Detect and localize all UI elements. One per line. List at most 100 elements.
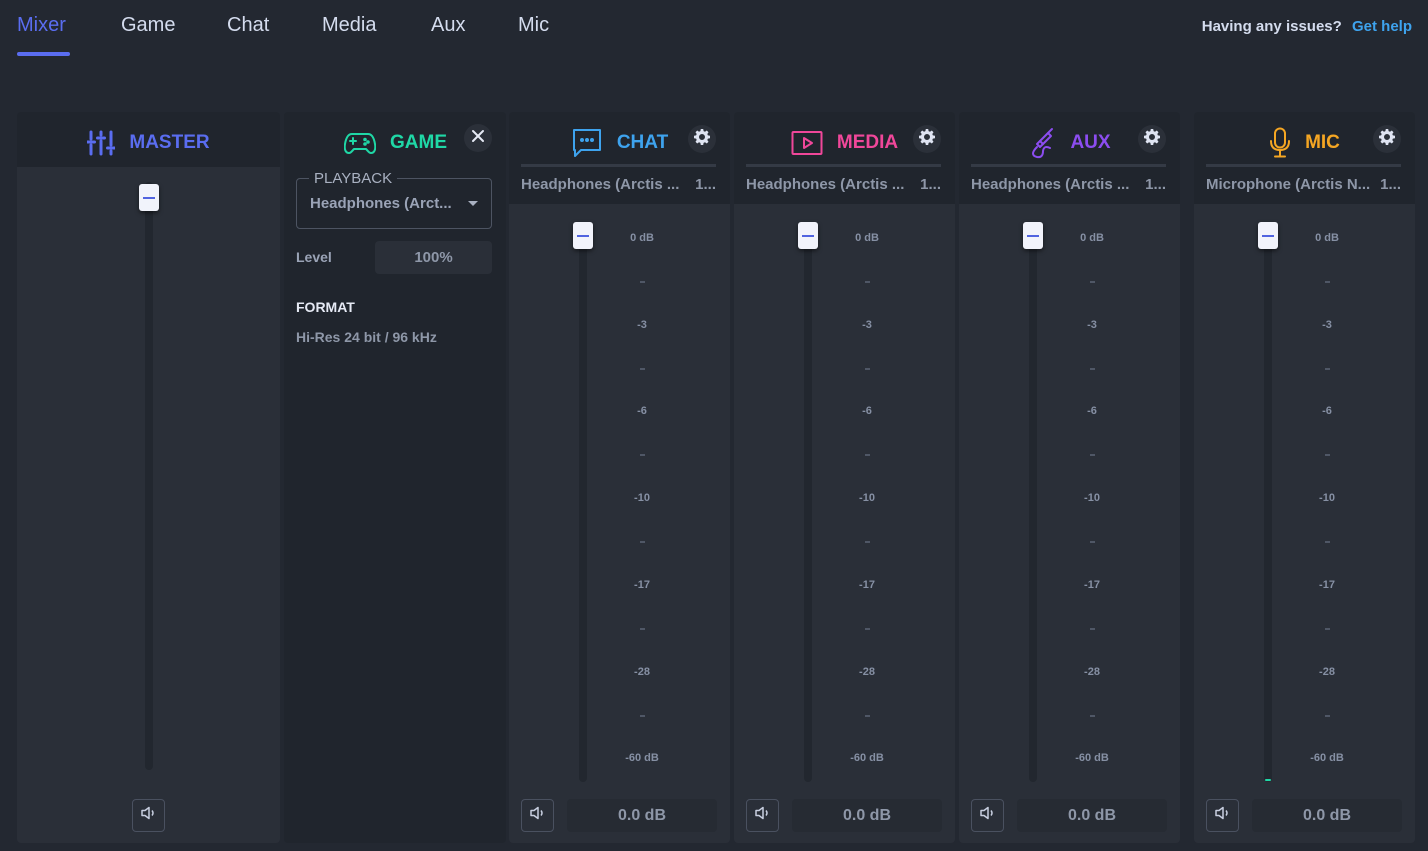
master-mute-button[interactable]: [132, 799, 165, 832]
help-section: Having any issues? Get help: [1202, 18, 1412, 35]
scale-label: -17: [1319, 578, 1335, 591]
game-panel: GAME PLAYBACK Headphones (Arct... Level …: [284, 112, 506, 843]
aux-panel: AUX Headphones (Arctis ... 1... 0 dB -3 -6…: [959, 112, 1180, 843]
scale-tick: [865, 367, 870, 370]
header-divider: [971, 164, 1166, 167]
get-help-link[interactable]: Get help: [1352, 18, 1412, 35]
scale-tick: [865, 627, 870, 630]
mic-level-meter: [1265, 779, 1271, 781]
aux-db-input[interactable]: 0.0 dB: [1017, 799, 1167, 832]
tab-game[interactable]: Game: [121, 14, 175, 37]
chat-panel: CHAT Headphones (Arctis ... 1... 0 dB -3 -…: [509, 112, 730, 843]
mic-title: MIC: [1305, 132, 1340, 153]
speaker-icon: [140, 806, 157, 825]
scale-label: -3: [1322, 318, 1332, 331]
active-tab-indicator: [17, 52, 70, 56]
master-title-row: MASTER: [17, 128, 280, 158]
device-name: Headphones (Arctis ...: [521, 176, 680, 193]
scale-tick: [1325, 454, 1330, 457]
level-input[interactable]: 100%: [375, 241, 492, 274]
game-close-button[interactable]: [464, 124, 492, 152]
scale-label: -28: [634, 665, 650, 678]
media-fader-thumb[interactable]: [798, 222, 818, 249]
header-divider: [1206, 164, 1401, 167]
aux-title: AUX: [1070, 132, 1111, 153]
gamepad-icon: [344, 131, 376, 155]
device-name: Headphones (Arctis ...: [971, 176, 1130, 193]
scale-label: -60 dB: [1310, 752, 1344, 765]
aux-fader-track[interactable]: [1029, 232, 1037, 782]
scale-label: -6: [637, 405, 647, 418]
device-suffix: 1...: [1380, 176, 1401, 193]
close-icon: [471, 129, 485, 148]
tab-mic[interactable]: Mic: [518, 14, 549, 37]
scale-tick: [1090, 367, 1095, 370]
media-settings-button[interactable]: [913, 125, 941, 153]
scale-tick: [640, 454, 645, 457]
device-suffix: 1...: [1145, 176, 1166, 193]
playback-device-select[interactable]: PLAYBACK Headphones (Arct...: [296, 170, 492, 229]
media-mute-button[interactable]: [746, 799, 779, 832]
scale-label: -3: [1087, 318, 1097, 331]
speaker-icon: [754, 806, 771, 825]
tab-aux[interactable]: Aux: [431, 14, 465, 37]
chat-settings-button[interactable]: [688, 125, 716, 153]
scale-label: 0 dB: [1315, 232, 1339, 244]
header-divider: [746, 164, 941, 167]
aux-fader-thumb[interactable]: [1023, 222, 1043, 249]
scale-tick: [640, 714, 645, 717]
mic-mute-button[interactable]: [1206, 799, 1239, 832]
media-fader-track[interactable]: [804, 232, 812, 782]
device-name: Microphone (Arctis N...: [1206, 176, 1371, 193]
tab-mixer[interactable]: Mixer: [17, 14, 66, 37]
aux-cable-icon: [1028, 127, 1056, 159]
mic-fader-track[interactable]: [1264, 232, 1272, 782]
aux-settings-button[interactable]: [1138, 125, 1166, 153]
master-fader-track[interactable]: [145, 182, 153, 770]
media-title: MEDIA: [836, 132, 899, 153]
chat-mute-button[interactable]: [521, 799, 554, 832]
scale-label: -10: [859, 492, 875, 505]
media-device[interactable]: Headphones (Arctis ... 1...: [746, 176, 941, 193]
chat-header: CHAT Headphones (Arctis ... 1...: [509, 112, 730, 204]
scale-label: -28: [1319, 665, 1335, 678]
header-divider: [521, 164, 716, 167]
scale-label: 0 dB: [855, 232, 879, 244]
scale-tick: [640, 367, 645, 370]
mic-fader-thumb[interactable]: [1258, 222, 1278, 249]
media-db-input[interactable]: 0.0 dB: [792, 799, 942, 832]
scale-tick: [1090, 714, 1095, 717]
tab-chat[interactable]: Chat: [227, 14, 269, 37]
chat-device[interactable]: Headphones (Arctis ... 1...: [521, 176, 716, 193]
mic-settings-button[interactable]: [1373, 125, 1401, 153]
chat-fader-thumb[interactable]: [573, 222, 593, 249]
scale-tick: [1325, 541, 1330, 544]
chat-db-input[interactable]: 0.0 dB: [567, 799, 717, 832]
master-header: MASTER: [17, 112, 280, 167]
help-question: Having any issues?: [1201, 18, 1342, 35]
scale-label: -60 dB: [625, 752, 659, 765]
speaker-icon: [1214, 806, 1231, 825]
gear-icon: [1379, 128, 1395, 150]
mic-header: MIC Microphone (Arctis N... 1...: [1194, 112, 1415, 204]
tab-media[interactable]: Media: [322, 14, 376, 37]
game-title-row: GAME: [344, 128, 447, 158]
speaker-icon: [979, 806, 996, 825]
gear-icon: [919, 128, 935, 150]
scale-tick: [640, 627, 645, 630]
master-title: MASTER: [129, 132, 210, 153]
scale-label: -10: [634, 492, 650, 505]
mic-device[interactable]: Microphone (Arctis N... 1...: [1206, 176, 1401, 193]
master-fader-thumb[interactable]: [139, 184, 159, 211]
sliders-icon: [87, 130, 116, 156]
aux-header: AUX Headphones (Arctis ... 1...: [959, 112, 1180, 204]
scale-tick: [1325, 367, 1330, 370]
aux-device[interactable]: Headphones (Arctis ... 1...: [971, 176, 1166, 193]
aux-mute-button[interactable]: [971, 799, 1004, 832]
speaker-icon: [529, 806, 546, 825]
scale-label: -6: [1322, 405, 1332, 418]
scale-label: 0 dB: [630, 232, 654, 244]
mic-db-input[interactable]: 0.0 dB: [1252, 799, 1402, 832]
chat-fader-track[interactable]: [579, 232, 587, 782]
chat-bubble-icon: [571, 128, 603, 158]
